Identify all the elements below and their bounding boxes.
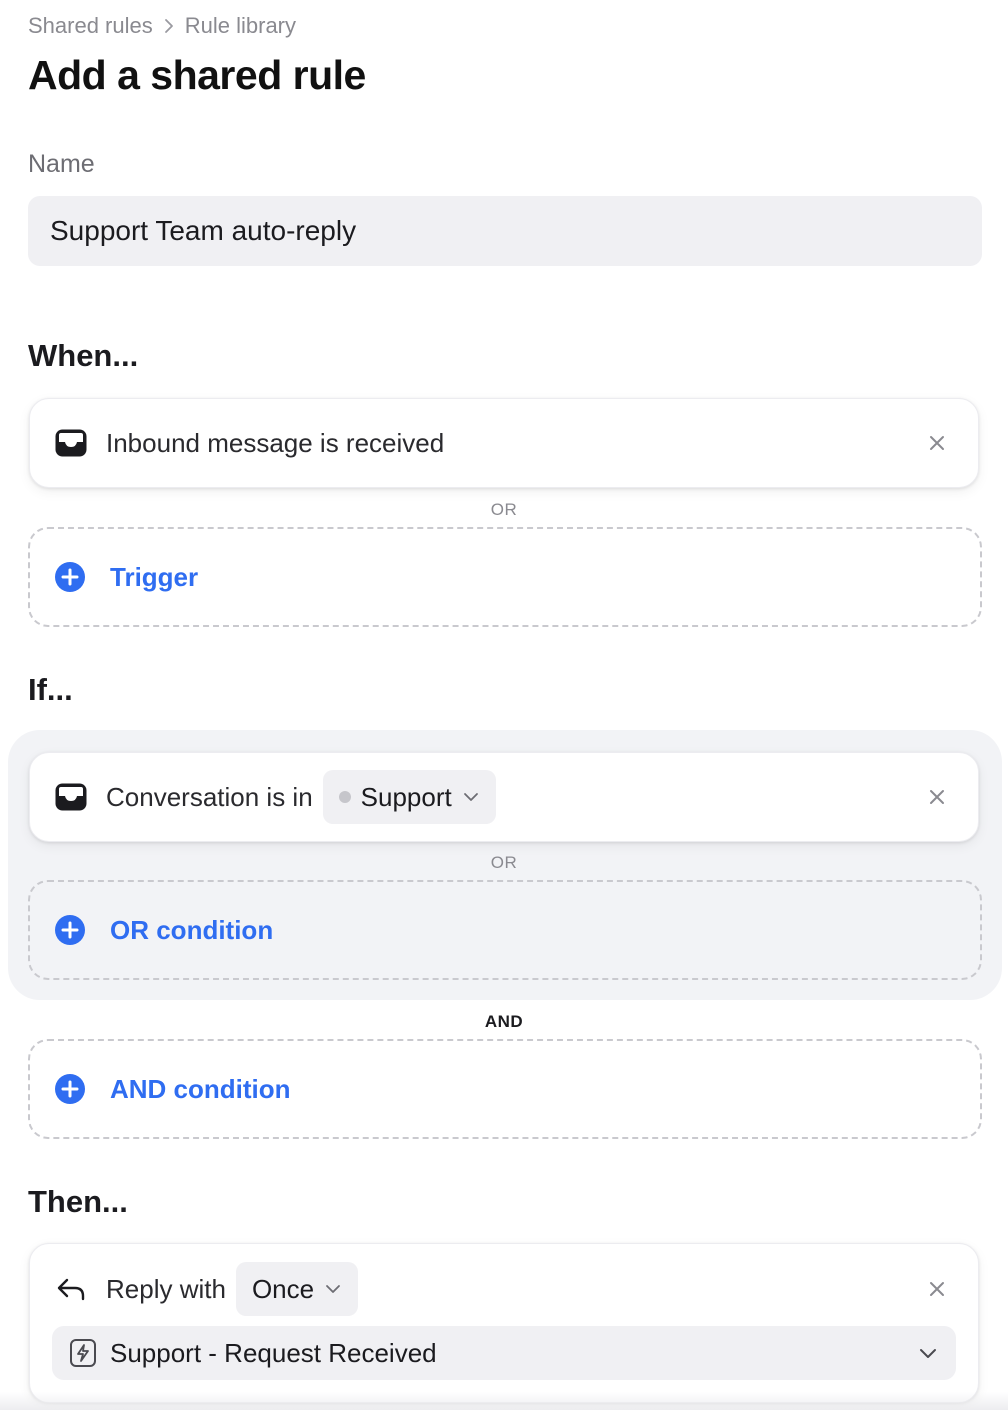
add-trigger-label: Trigger bbox=[110, 561, 199, 592]
action-prefix: Reply with bbox=[106, 1273, 226, 1304]
condition-or-separator: OR bbox=[490, 853, 518, 872]
chevron-down-icon bbox=[326, 1285, 340, 1293]
inbox-select-value: Support bbox=[360, 781, 452, 812]
chevron-down-icon bbox=[463, 793, 478, 801]
name-field-label: Name bbox=[28, 150, 95, 178]
add-and-condition-button[interactable]: AND condition bbox=[28, 1039, 982, 1139]
add-and-condition-label: AND condition bbox=[110, 1073, 291, 1104]
bottom-fade bbox=[0, 1392, 1008, 1410]
rule-editor-page: Shared rules Rule library Add a shared r… bbox=[0, 0, 1008, 1410]
then-section-title: Then... bbox=[28, 1184, 128, 1219]
add-or-condition-button[interactable]: OR condition bbox=[28, 880, 982, 980]
plus-circle-icon bbox=[55, 562, 85, 592]
add-or-condition-label: OR condition bbox=[110, 914, 274, 945]
close-icon bbox=[930, 436, 944, 450]
close-icon bbox=[930, 1282, 944, 1296]
template-bolt-icon bbox=[70, 1339, 96, 1367]
reply-arrow-icon bbox=[54, 1272, 88, 1306]
inbox-select[interactable]: Support bbox=[322, 770, 496, 824]
inbox-icon bbox=[54, 426, 88, 460]
chevron-right-icon bbox=[163, 18, 175, 34]
trigger-or-separator: OR bbox=[490, 500, 518, 519]
remove-condition-button[interactable] bbox=[920, 780, 954, 814]
inbox-icon bbox=[54, 780, 88, 814]
plus-circle-icon bbox=[55, 915, 85, 945]
page-title: Add a shared rule bbox=[28, 52, 366, 98]
add-trigger-button[interactable]: Trigger bbox=[28, 527, 982, 627]
condition-prefix: Conversation is in bbox=[106, 781, 313, 812]
when-section-title: When... bbox=[28, 338, 139, 373]
name-input[interactable] bbox=[28, 196, 982, 266]
close-icon bbox=[930, 790, 944, 804]
plus-circle-icon bbox=[55, 1074, 85, 1104]
template-select-value: Support - Request Received bbox=[110, 1337, 437, 1368]
chevron-down-icon bbox=[920, 1349, 936, 1358]
remove-action-button[interactable] bbox=[920, 1272, 954, 1306]
if-section-title: If... bbox=[28, 672, 73, 707]
frequency-select-value: Once bbox=[251, 1273, 315, 1304]
and-separator: AND bbox=[484, 1012, 524, 1031]
trigger-label: Inbound message is received bbox=[106, 427, 445, 458]
status-dot-icon bbox=[338, 791, 351, 803]
breadcrumb: Shared rules Rule library bbox=[28, 13, 296, 39]
condition-card[interactable]: Conversation is in Support bbox=[29, 752, 979, 842]
trigger-card[interactable]: Inbound message is received bbox=[29, 398, 979, 488]
remove-trigger-button[interactable] bbox=[920, 426, 954, 460]
action-card: Reply with Once Support - Request Receiv… bbox=[29, 1243, 979, 1403]
breadcrumb-parent-link[interactable]: Shared rules bbox=[28, 13, 153, 39]
template-select[interactable]: Support - Request Received bbox=[52, 1326, 956, 1380]
frequency-select[interactable]: Once bbox=[235, 1262, 359, 1316]
breadcrumb-current-link[interactable]: Rule library bbox=[185, 13, 296, 39]
